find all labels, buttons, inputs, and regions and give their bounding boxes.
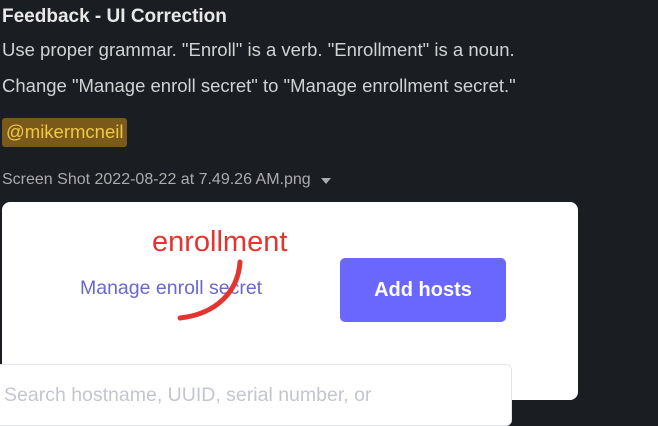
search-placeholder: Search hostname, UUID, serial number, or [4,384,372,406]
correction-stroke [177,259,243,321]
message-line-2: Change "Manage enroll secret" to "Manage… [2,75,516,96]
user-mention[interactable]: @mikermcneil [2,118,128,147]
add-hosts-button: Add hosts [340,258,506,322]
chevron-down-icon[interactable] [320,178,331,184]
message-title: Feedback - UI Correction [2,6,227,27]
attachment-header[interactable]: Screen Shot 2022-08-22 at 7.49.26 AM.png [2,171,331,189]
message-line-1: Use proper grammar. "Enroll" is a verb. … [2,39,515,60]
correction-annotation: enrollment [152,226,288,258]
attachment-filename[interactable]: Screen Shot 2022-08-22 at 7.49.26 AM.png [2,171,311,189]
